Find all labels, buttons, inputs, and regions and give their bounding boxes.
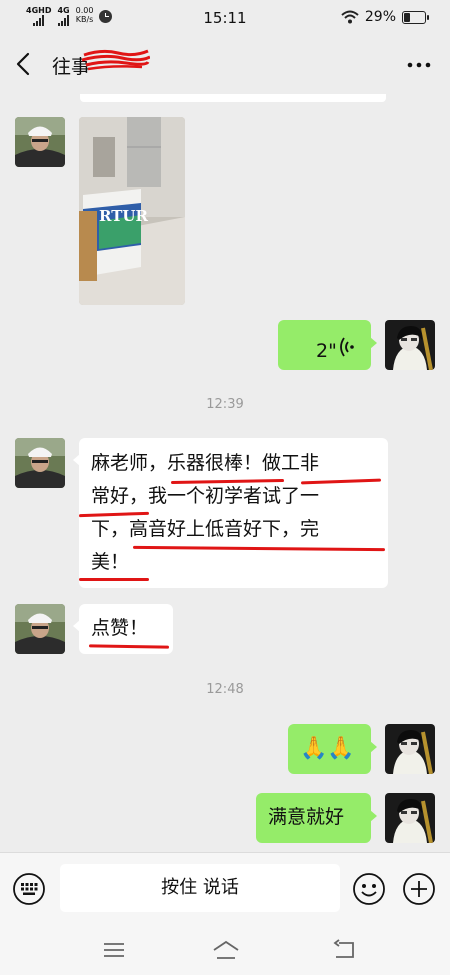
input-bar: 按住 说话 [0, 852, 450, 925]
previous-message-bubble[interactable] [80, 94, 386, 102]
emoji-icon[interactable] [352, 872, 386, 906]
status-right: 29% [341, 9, 429, 25]
hold-to-talk-button[interactable]: 按住 说话 [60, 864, 340, 912]
back-icon[interactable] [331, 938, 357, 962]
message-bubble-outgoing[interactable]: 满意就好 [256, 793, 377, 843]
message-bubble-incoming[interactable]: 麻老师，乐器很棒！做工非 常好，我一个初学者试了一 下，高音好上低音好下，完 美… [73, 438, 388, 588]
system-nav-bar [0, 925, 450, 975]
more-dots-icon[interactable] [406, 52, 432, 78]
title-bar: 往事 [0, 36, 450, 94]
message-text: 🙏🙏 [300, 736, 355, 761]
message-text: 满意就好 [268, 806, 345, 828]
chat-area[interactable]: RTUR 2" 12:39 麻老师，乐器很棒！做工非 常好，我一个初学者试了一 … [0, 94, 450, 852]
battery-percent: 29% [364, 9, 396, 25]
avatar-contact[interactable] [15, 438, 65, 488]
menu-icon[interactable] [101, 938, 127, 962]
voice-message-bubble[interactable]: 2" [278, 320, 377, 370]
red-underline [88, 644, 170, 649]
chevron-left-icon[interactable] [10, 50, 38, 78]
message-text: 点赞！ [91, 617, 149, 639]
message-bubble-outgoing[interactable]: 🙏🙏 [288, 724, 377, 774]
avatar-self[interactable] [385, 724, 435, 774]
status-bar: 4GHD 4G 0.00 KB/s 15:11 29% [0, 0, 450, 36]
avatar-self[interactable] [385, 320, 435, 370]
timestamp: 12:48 [206, 682, 244, 697]
avatar-contact[interactable] [15, 117, 65, 167]
timestamp: 12:39 [206, 397, 244, 412]
message-bubble-incoming[interactable]: 点赞！ [73, 604, 173, 654]
red-underline [79, 578, 149, 581]
avatar-contact[interactable] [15, 604, 65, 654]
shared-photo[interactable]: RTUR [79, 117, 185, 305]
photo-box-text: RTUR [99, 207, 148, 225]
keyboard-icon[interactable] [12, 872, 46, 906]
home-icon[interactable] [211, 938, 241, 962]
voice-duration: 2" [316, 340, 337, 362]
red-scribble-redaction [82, 49, 150, 71]
plus-icon[interactable] [402, 872, 436, 906]
wifi-icon [341, 10, 359, 24]
battery-icon [402, 10, 429, 24]
avatar-self[interactable] [385, 793, 435, 843]
voice-wave-icon [340, 337, 354, 357]
